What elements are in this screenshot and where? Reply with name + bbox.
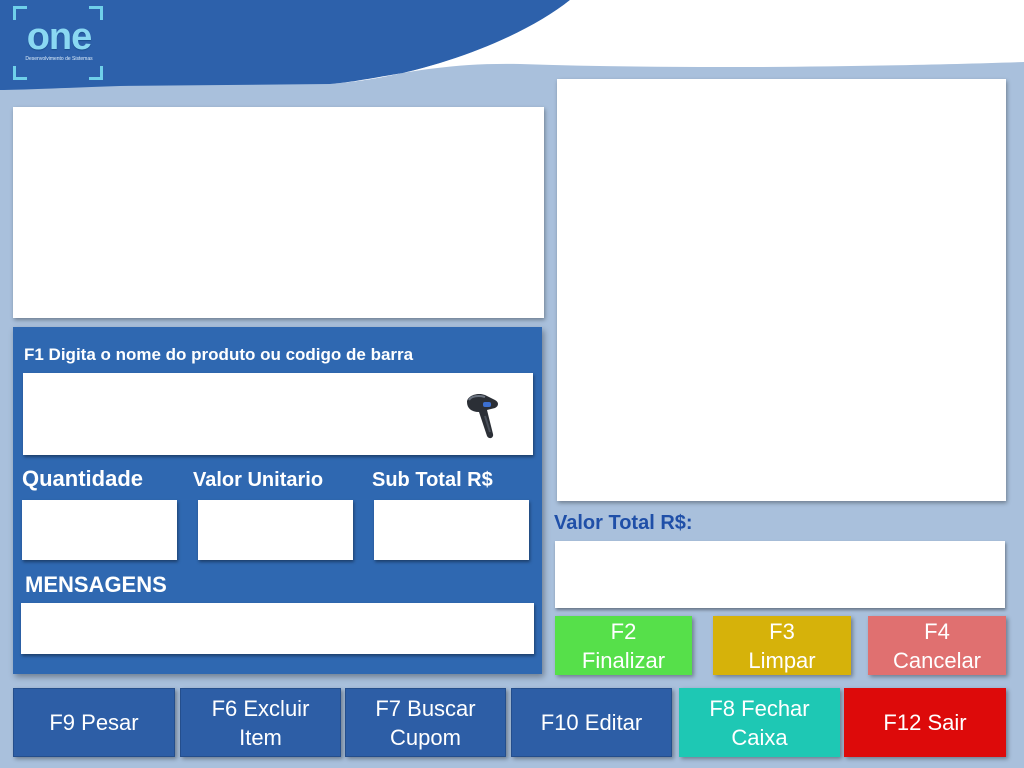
search-label: F1 Digita o nome do produto ou codigo de… [24, 345, 414, 364]
valor-unitario-input[interactable] [198, 500, 353, 560]
mensagens-label: MENSAGENS [25, 572, 167, 597]
valor-total-label: Valor Total R$: [554, 512, 693, 534]
fechar-caixa-label: F8 Fechar Caixa [709, 695, 810, 750]
valor-total-display [555, 541, 1005, 608]
sub-total-label: Sub Total R$ [372, 469, 493, 491]
sair-label: F12 Sair [883, 710, 967, 735]
finalizar-button[interactable]: F2 Finalizar [555, 616, 692, 675]
limpar-button[interactable]: F3 Limpar [713, 616, 851, 675]
product-search-input[interactable] [23, 373, 533, 455]
sair-button[interactable]: F12 Sair [844, 688, 1006, 757]
cancelar-label: F4 Cancelar [892, 618, 982, 673]
barcode-scanner-icon [467, 393, 498, 439]
valor-unitario-label: Valor Unitario [193, 469, 324, 491]
buscar-cupom-button[interactable]: F7 Buscar Cupom [345, 688, 506, 757]
logo-text: one [26, 16, 93, 58]
quantidade-input[interactable] [22, 500, 177, 560]
mensagens-box [21, 603, 534, 654]
quantidade-label: Quantidade [22, 466, 144, 491]
company-logo: one Desenvolvimento de Sistemas [13, 6, 103, 80]
pesar-label: F9 Pesar [49, 710, 139, 735]
finalizar-label: F2 Finalizar [581, 618, 666, 673]
excluir-item-label: F6 Excluir Item [211, 695, 310, 750]
buscar-cupom-label: F7 Buscar Cupom [375, 695, 476, 750]
pesar-button[interactable]: F9 Pesar [13, 688, 175, 757]
editar-label: F10 Editar [540, 710, 643, 735]
sub-total-input[interactable] [374, 500, 529, 560]
fechar-caixa-button[interactable]: F8 Fechar Caixa [679, 688, 840, 757]
header-banner [0, 0, 1024, 90]
excluir-item-button[interactable]: F6 Excluir Item [180, 688, 341, 757]
logo-subtext: Desenvolvimento de Sistemas [25, 56, 93, 62]
limpar-label: F3 Limpar [748, 618, 816, 673]
editar-button[interactable]: F10 Editar [511, 688, 672, 757]
product-image-area [13, 107, 544, 318]
cancelar-button[interactable]: F4 Cancelar [868, 616, 1006, 675]
item-list-area [557, 79, 1006, 501]
